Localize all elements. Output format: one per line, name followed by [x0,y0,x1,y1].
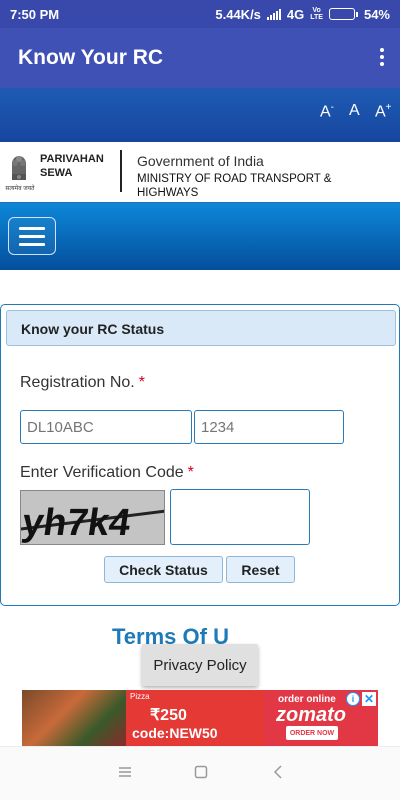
ad-food-image [22,690,126,746]
home-square-icon[interactable] [194,765,208,779]
hamburger-icon[interactable] [8,217,56,255]
ministry-title: MINISTRY OF ROAD TRANSPORT & HIGHWAYS [137,173,332,199]
menu-icon[interactable] [118,765,132,779]
app-title: Know Your RC [18,46,164,69]
registration-part1-input[interactable] [20,410,192,444]
network-speed: 5.44K/s [215,6,261,22]
signal-icon [266,8,281,20]
ad-offer: Pizza ₹250 code:NEW50 [126,690,264,746]
emblem-motto: सत्यमेव जयते [5,186,35,192]
ad-banner[interactable]: Pizza ₹250 code:NEW50 order online zomat… [22,690,378,746]
font-increase-button[interactable]: A+ [375,102,392,121]
ad-order-now-button[interactable]: ORDER NOW [286,726,338,740]
registration-part2-input[interactable] [194,410,344,444]
privacy-policy-button[interactable]: Privacy Policy [142,644,258,686]
panel-title: Know your RC Status [6,310,396,346]
nav-band [0,202,400,270]
font-size-bar: A- A A+ [0,88,400,142]
info-icon[interactable]: i [346,692,360,706]
status-time: 7:50 PM [10,6,60,22]
verification-code-input[interactable] [170,489,310,545]
site-header: सत्यमेव जयते PARIVAHAN SEWA Government o… [0,142,400,202]
emblem-icon [12,156,26,180]
back-chevron-icon[interactable] [272,765,286,779]
close-icon[interactable]: ✕ [362,692,376,706]
battery-icon [328,8,358,20]
brand-name: PARIVAHAN SEWA [40,153,104,179]
gov-title: Government of India [137,153,264,169]
captcha-text: yh7k4 [21,501,134,544]
font-normal-button[interactable]: A [349,102,360,120]
network-type: 4G [286,6,305,22]
system-nav-bar [0,746,400,800]
status-bar: 7:50 PM 5.44K/s 4G Vo LTE 54% [0,0,400,28]
volte-icon: Vo LTE [310,7,323,21]
font-decrease-button[interactable]: A- [320,102,334,121]
registration-label: Registration No. * [20,374,145,391]
header-divider [120,150,122,192]
overflow-menu-icon[interactable] [380,48,384,66]
app-bar: Know Your RC [0,28,400,88]
check-status-button[interactable]: Check Status [104,556,223,583]
battery-percent: 54% [363,6,390,22]
verification-label: Enter Verification Code * [20,464,194,481]
captcha-image: yh7k4 [20,490,165,545]
reset-button[interactable]: Reset [226,556,295,583]
